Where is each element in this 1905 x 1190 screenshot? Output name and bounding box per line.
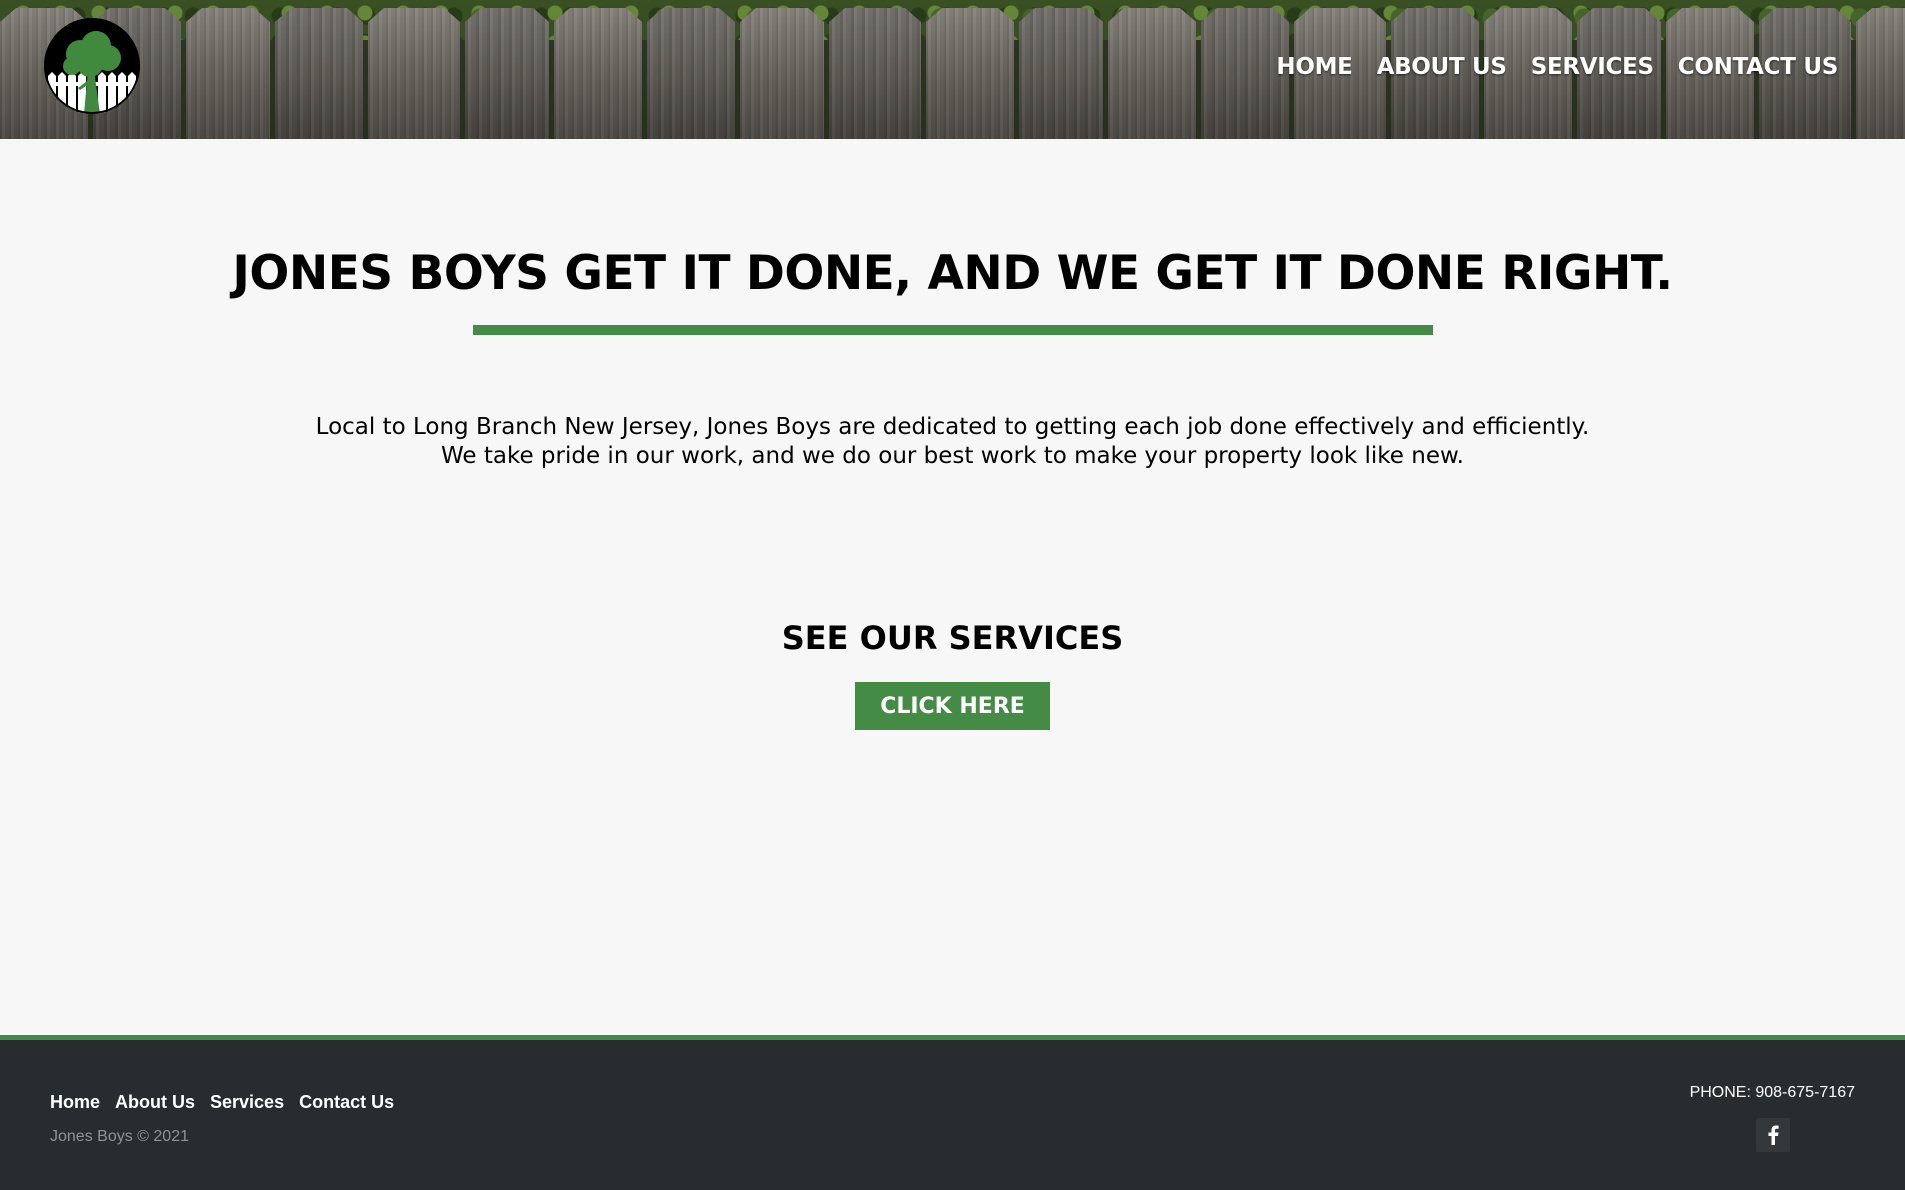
phone-number: PHONE: 908-675-7167 bbox=[1689, 1084, 1855, 1101]
facebook-icon bbox=[1768, 1125, 1779, 1145]
footer-link-contact-us[interactable]: Contact Us bbox=[299, 1092, 394, 1113]
copyright-text: Jones Boys © 2021 bbox=[50, 1128, 189, 1145]
logo-icon[interactable] bbox=[44, 18, 140, 114]
main-nav: HOME ABOUT US SERVICES CONTACT US bbox=[1276, 54, 1838, 80]
main-content: JONES BOYS GET IT DONE, AND WE GET IT DO… bbox=[0, 139, 1905, 1035]
intro-line-1: Local to Long Branch New Jersey, Jones B… bbox=[315, 414, 1590, 440]
services-cta-title: SEE OUR SERVICES bbox=[781, 619, 1124, 657]
site-footer: Home About Us Services Contact Us Jones … bbox=[0, 1035, 1905, 1190]
click-here-button[interactable]: CLICK HERE bbox=[855, 682, 1050, 730]
footer-link-home[interactable]: Home bbox=[50, 1092, 100, 1113]
nav-home[interactable]: HOME bbox=[1276, 54, 1353, 80]
footer-nav: Home About Us Services Contact Us bbox=[50, 1092, 394, 1113]
nav-contact-us[interactable]: CONTACT US bbox=[1678, 54, 1839, 80]
nav-services[interactable]: SERVICES bbox=[1531, 54, 1654, 80]
facebook-button[interactable] bbox=[1756, 1118, 1790, 1152]
intro-line-2: We take pride in our work, and we do our… bbox=[441, 443, 1464, 469]
site-header: HOME ABOUT US SERVICES CONTACT US bbox=[0, 0, 1905, 139]
intro-text: Local to Long Branch New Jersey, Jones B… bbox=[0, 413, 1905, 471]
footer-link-about-us[interactable]: About Us bbox=[115, 1092, 195, 1113]
page-headline: JONES BOYS GET IT DONE, AND WE GET IT DO… bbox=[232, 246, 1673, 301]
headline-divider bbox=[473, 325, 1433, 335]
nav-about-us[interactable]: ABOUT US bbox=[1377, 54, 1507, 80]
footer-link-services[interactable]: Services bbox=[210, 1092, 284, 1113]
